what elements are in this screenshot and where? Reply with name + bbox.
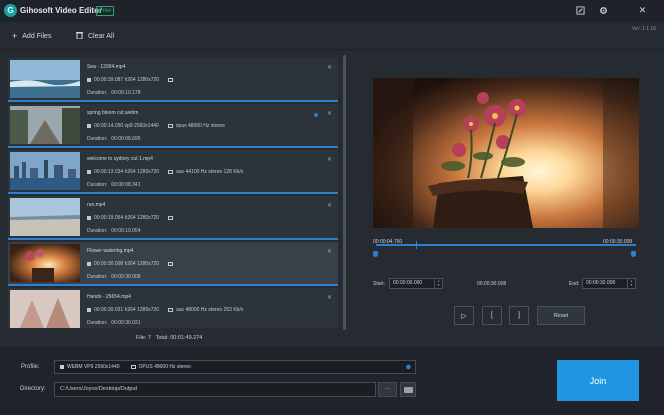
mark-out-button[interactable]: ] <box>509 306 529 325</box>
file-name: spring bloom cut.webm <box>87 110 139 116</box>
title-bar: G Gihosoft Video Editor Free ✕ <box>0 0 664 22</box>
file-name: Flower watering.mp4 <box>87 248 134 254</box>
remove-file-icon[interactable]: ✕ <box>327 64 332 71</box>
trim-start-handle[interactable] <box>373 251 378 257</box>
thumbnail <box>10 152 80 190</box>
thumbnail <box>10 244 80 282</box>
plus-icon: + <box>12 31 18 41</box>
free-badge: Free <box>96 6 115 16</box>
end-time-input[interactable]: 00:00:30.008 ▲ ▼ <box>582 278 636 289</box>
thumbnail <box>10 60 80 98</box>
files-summary: File: 7 Total: 00:01:49.274 <box>136 335 203 341</box>
remove-file-icon[interactable]: ✕ <box>327 248 332 255</box>
thumbnail <box>10 198 80 236</box>
clear-all-button[interactable]: Clear All <box>76 31 114 41</box>
file-item[interactable]: welcome to sydney cut 1.mp4 00:00:13.034… <box>8 150 338 194</box>
clear-all-label: Clear All <box>88 32 115 40</box>
file-duration: Duration: 00:00:10.178 <box>87 90 141 96</box>
file-name: run.mp4 <box>87 202 106 208</box>
logo-icon: G <box>4 4 17 17</box>
join-button[interactable]: Join <box>557 360 639 401</box>
file-name: welcome to sydney cut 1.mp4 <box>87 156 153 162</box>
close-icon[interactable]: ✕ <box>637 5 648 16</box>
remove-file-icon[interactable]: ✕ <box>327 202 332 209</box>
timeline-track[interactable] <box>376 244 636 246</box>
file-video-info: 00:00:39.087 h264 1280x720 <box>87 77 174 83</box>
remove-file-icon[interactable]: ✕ <box>327 156 332 163</box>
trash-icon <box>76 31 83 41</box>
directory-input[interactable]: C:/Users/Joyce/Desktop/Output <box>54 382 376 397</box>
playhead[interactable] <box>416 241 418 249</box>
open-folder-button[interactable] <box>400 382 416 397</box>
file-video-info: 00:00:14.050 vp9 2560x1440 opus 48000 Hz … <box>87 123 225 129</box>
video-preview[interactable] <box>373 78 639 228</box>
start-label: Start: <box>373 281 385 287</box>
add-files-label: Add Files <box>22 32 52 40</box>
trim-end-handle[interactable] <box>631 251 636 257</box>
file-duration: Duration: 00:00:30.031 <box>87 320 141 326</box>
end-stepper[interactable]: ▲ ▼ <box>627 279 635 288</box>
file-duration: Duration: 00:00:06.695 <box>87 136 141 142</box>
browse-button[interactable]: ... <box>378 382 397 397</box>
toolbar: + Add Files Clear All Ver: 1.1.16 <box>0 22 664 50</box>
file-duration: Duration: 00:00:30.008 <box>87 274 141 280</box>
file-video-info: 00:00:30.008 h264 1280x720 <box>87 261 174 267</box>
play-button[interactable]: ▷ <box>454 306 474 325</box>
file-item[interactable]: spring bloom cut.webm 00:00:14.050 vp9 2… <box>8 104 338 148</box>
version-label: Ver: 1.1.16 <box>631 26 656 32</box>
end-label: End: <box>569 281 580 287</box>
file-item[interactable]: run.mp4 00:00:19.054 h264 1280x720 Durat… <box>8 196 338 240</box>
thumbnail <box>10 290 80 328</box>
file-name: Hands - 25654.mp4 <box>87 294 131 300</box>
remove-file-icon[interactable]: ✕ <box>327 110 332 117</box>
folder-icon <box>404 387 413 393</box>
chevron-down-icon: ⬢ <box>405 365 411 371</box>
playing-indicator-icon <box>314 113 318 117</box>
file-list-scrollbar[interactable] <box>343 55 346 330</box>
file-item[interactable]: Sea - 13394.mp4 00:00:39.087 h264 1280x7… <box>8 58 338 102</box>
file-item-selected[interactable]: Flower watering.mp4 00:00:30.008 h264 12… <box>8 242 338 286</box>
file-video-info: 00:00:30.031 h264 1280x720 aac 48000 Hz s… <box>87 307 243 313</box>
profile-label: Profile: <box>21 364 40 370</box>
profile-select[interactable]: WEBM VP9 2560x1440 OPUS 48000 Hz stereo ⬢ <box>54 360 416 374</box>
mark-in-button[interactable]: [ <box>482 306 502 325</box>
start-time-input[interactable]: 00:00:00.000 ▲ ▼ <box>389 278 443 289</box>
remove-file-icon[interactable]: ✕ <box>327 294 332 301</box>
file-duration: Duration: 00:00:19.054 <box>87 228 141 234</box>
reset-button[interactable]: Reset <box>537 306 585 325</box>
directory-label: Directory: <box>20 386 46 392</box>
file-name: Sea - 13394.mp4 <box>87 64 126 70</box>
file-item[interactable]: Hands - 25654.mp4 00:00:30.031 h264 1280… <box>8 288 338 328</box>
gear-icon[interactable] <box>598 5 609 16</box>
start-stepper[interactable]: ▲ ▼ <box>434 279 442 288</box>
file-list: Sea - 13394.mp4 00:00:39.087 h264 1280x7… <box>8 58 338 328</box>
trim-duration: 00:00:30.008 <box>477 281 507 287</box>
thumbnail <box>10 106 80 144</box>
file-video-info: 00:00:13.034 h264 1280x720 aac 44100 Hz s… <box>87 169 243 175</box>
app-title: Gihosoft Video Editor <box>20 6 103 15</box>
add-files-button[interactable]: + Add Files <box>12 31 51 41</box>
file-video-info: 00:00:19.054 h264 1280x720 <box>87 215 174 221</box>
edit-icon[interactable] <box>575 5 586 16</box>
file-duration: Duration: 00:00:08.341 <box>87 182 141 188</box>
